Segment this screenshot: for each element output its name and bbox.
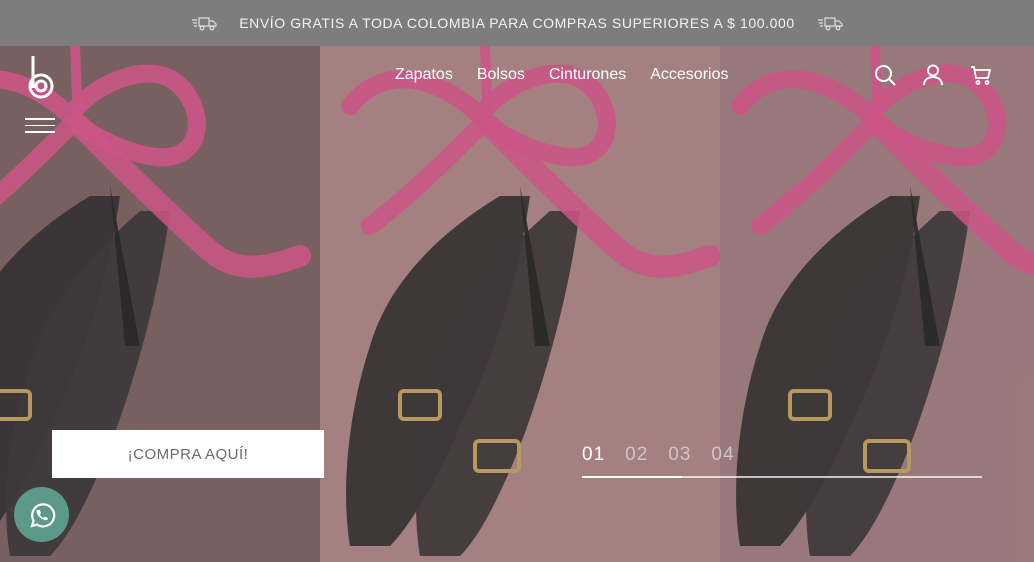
nav-link-zapatos[interactable]: Zapatos	[395, 66, 453, 84]
announcement-text: ENVÍO GRATIS A TODA COLOMBIA PARA COMPRA…	[239, 15, 795, 31]
brand-logo[interactable]	[26, 54, 56, 100]
whatsapp-button[interactable]	[14, 487, 69, 542]
slide-progress-track	[582, 476, 982, 478]
slide-indicator-02[interactable]: 02	[625, 444, 648, 466]
slide-pagination: 01 02 03 04	[582, 444, 982, 478]
cart-icon[interactable]	[970, 64, 992, 86]
slide-indicator-04[interactable]: 04	[711, 444, 734, 466]
slide-progress-fill	[582, 476, 682, 478]
main-nav: Zapatos Bolsos Cinturones Accesorios	[0, 46, 1034, 106]
slide-indicator-01[interactable]: 01	[582, 444, 605, 466]
user-icon[interactable]	[922, 64, 944, 86]
header-icons	[874, 64, 992, 86]
hero-panel-center	[320, 46, 720, 562]
nav-links: Zapatos Bolsos Cinturones Accesorios	[395, 66, 728, 84]
whatsapp-icon	[29, 502, 55, 528]
nav-link-accesorios[interactable]: Accesorios	[650, 66, 728, 84]
nav-link-cinturones[interactable]: Cinturones	[549, 66, 626, 84]
shop-now-button[interactable]: ¡COMPRA AQUÍ!	[52, 430, 324, 478]
delivery-truck-icon	[191, 15, 217, 31]
slide-indicator-03[interactable]: 03	[668, 444, 691, 466]
delivery-truck-icon	[817, 15, 843, 31]
hero-banner	[0, 46, 1034, 562]
nav-link-bolsos[interactable]: Bolsos	[477, 66, 525, 84]
search-icon[interactable]	[874, 64, 896, 86]
hamburger-menu-icon[interactable]	[25, 118, 55, 134]
announcement-bar: ENVÍO GRATIS A TODA COLOMBIA PARA COMPRA…	[0, 0, 1034, 46]
hero-panel-right	[720, 46, 1034, 562]
